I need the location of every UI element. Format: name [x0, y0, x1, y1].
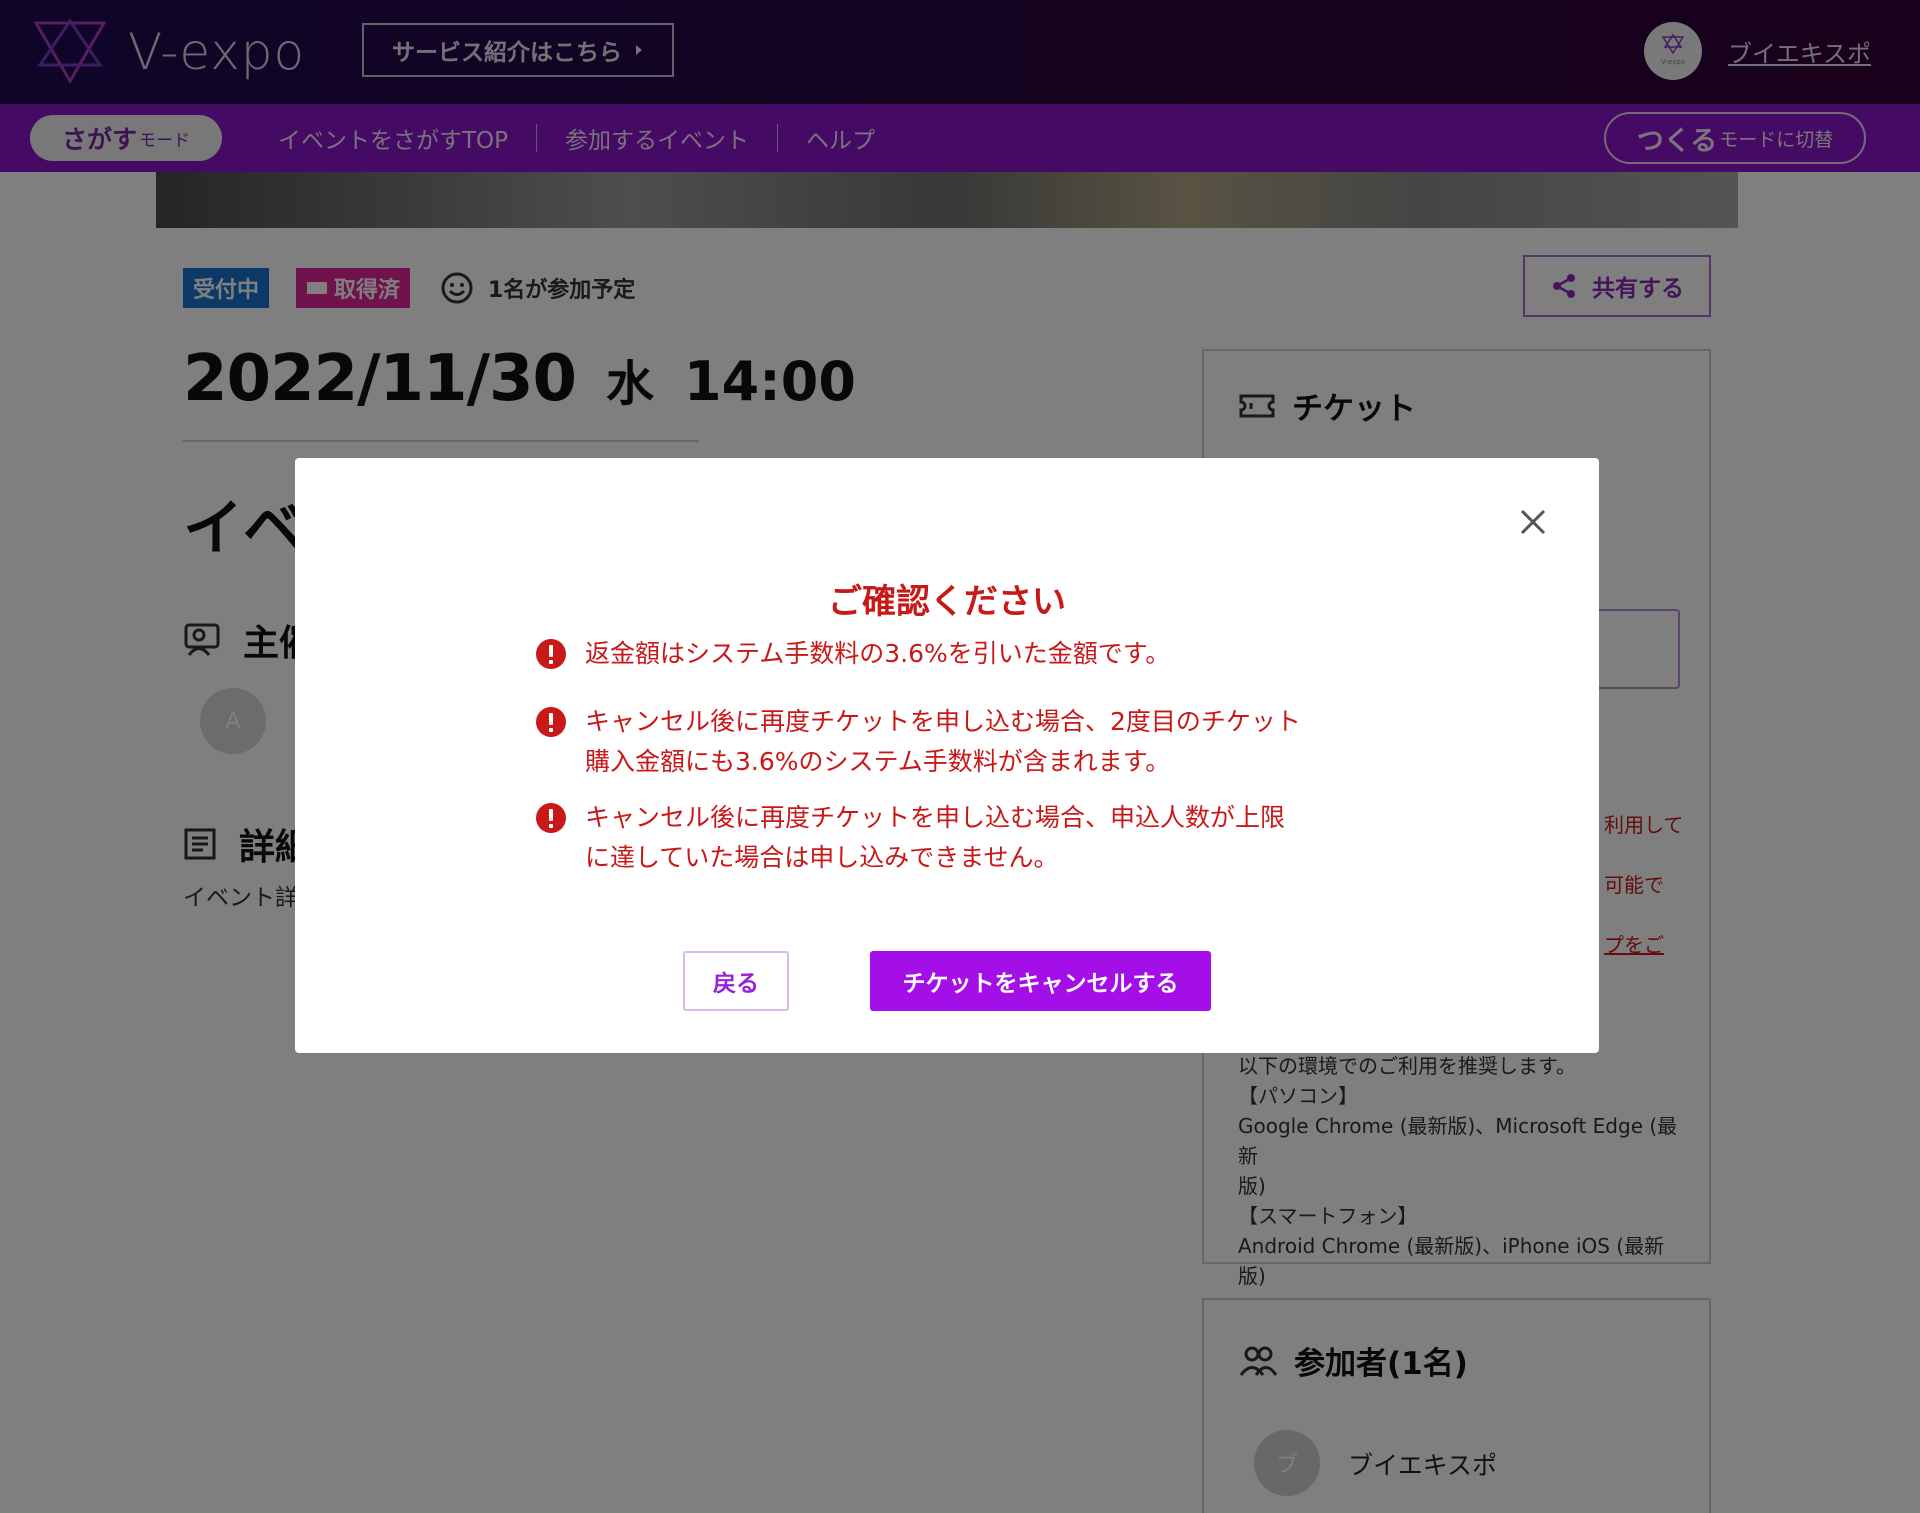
warning-text: キャンセル後に再度チケットを申し込む場合、申込人数が上限 に達していた場合は申し…: [585, 798, 1285, 878]
close-icon: [1520, 509, 1546, 535]
warning-line: 返金額はシステム手数料の3.6%を引いた金額です。: [585, 639, 1171, 668]
warning-item: キャンセル後に再度チケットを申し込む場合、申込人数が上限 に達していた場合は申し…: [535, 798, 1285, 878]
warning-text: 返金額はシステム手数料の3.6%を引いた金額です。: [585, 634, 1170, 674]
warning-line: に達していた場合は申し込みできません。: [585, 843, 1059, 872]
cancel-confirm-dialog: ご確認ください 返金額はシステム手数料の3.6%を引いた金額です。 キャンセル後…: [295, 458, 1599, 1053]
close-button[interactable]: [1513, 502, 1553, 542]
cancel-ticket-button[interactable]: チケットをキャンセルする: [870, 951, 1211, 1011]
dialog-title: ご確認ください: [828, 582, 1066, 622]
warning-line: キャンセル後に再度チケットを申し込む場合、申込人数が上限: [585, 803, 1286, 832]
warning-text: キャンセル後に再度チケットを申し込む場合、2度目のチケット 購入金額にも3.6%…: [585, 702, 1301, 782]
warning-item: 返金額はシステム手数料の3.6%を引いた金額です。: [535, 634, 1170, 674]
warning-line: 購入金額にも3.6%のシステム手数料が含まれます。: [585, 747, 1171, 776]
warning-line: キャンセル後に再度チケットを申し込む場合、2度目のチケット: [585, 707, 1301, 736]
exclamation-icon: [536, 639, 566, 669]
exclamation-icon: [536, 707, 566, 737]
exclamation-icon: [536, 803, 566, 833]
warning-item: キャンセル後に再度チケットを申し込む場合、2度目のチケット 購入金額にも3.6%…: [535, 702, 1301, 782]
back-button[interactable]: 戻る: [683, 951, 789, 1011]
